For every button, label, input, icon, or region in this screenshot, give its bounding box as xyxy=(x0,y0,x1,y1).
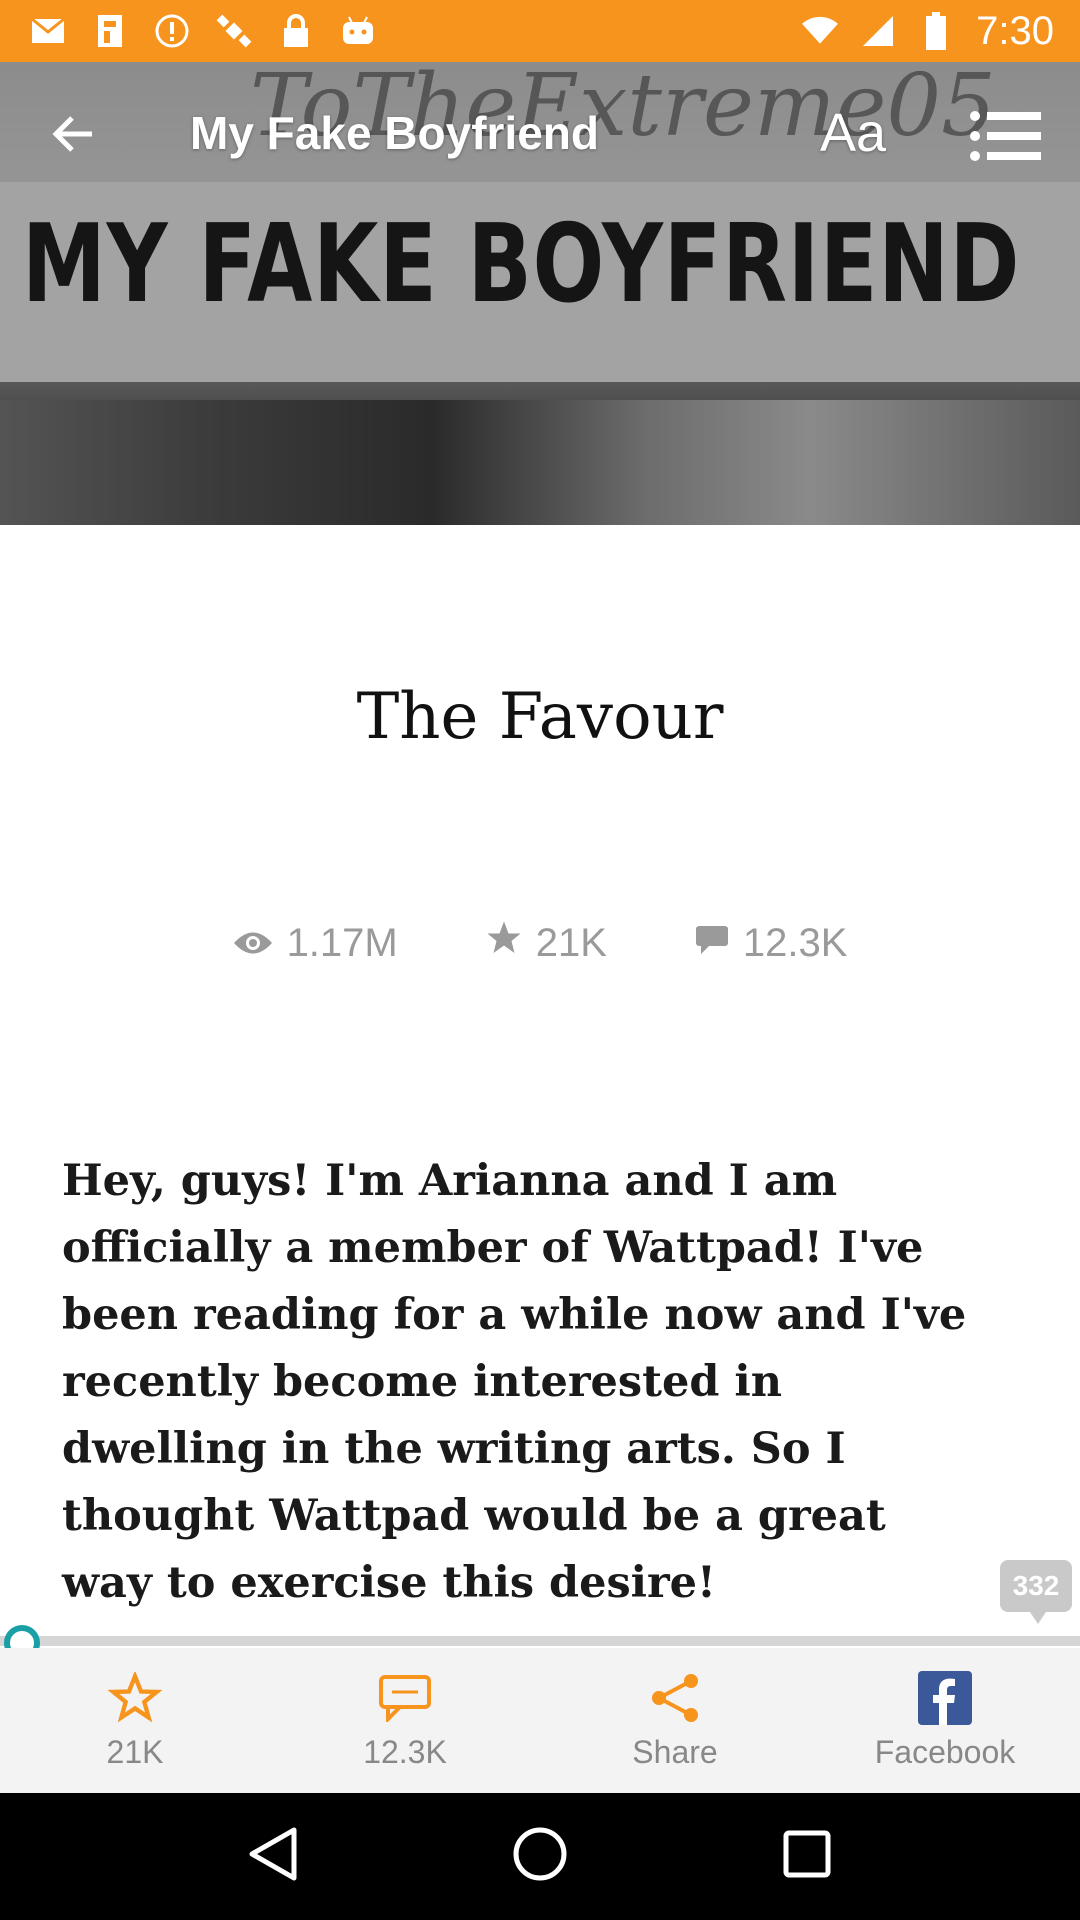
eye-icon xyxy=(233,921,273,966)
votes-stat: 21K xyxy=(486,920,607,966)
views-count: 1.17M xyxy=(286,920,398,965)
list-icon xyxy=(969,110,1043,167)
chapter-stats: 1.17M 21K 12.3K xyxy=(0,920,1080,966)
facebook-icon xyxy=(915,1670,975,1726)
circle-home-icon xyxy=(512,1826,568,1887)
signal-icon xyxy=(860,13,896,49)
alert-icon xyxy=(154,13,190,49)
battery-icon xyxy=(918,12,954,50)
share-button[interactable]: Share xyxy=(540,1648,810,1793)
share-label: Share xyxy=(632,1734,718,1770)
comment-button[interactable]: 12.3K xyxy=(270,1648,540,1793)
comment-count-label: 12.3K xyxy=(363,1734,447,1770)
system-navigation-bar xyxy=(0,1793,1080,1920)
table-of-contents-button[interactable] xyxy=(966,108,1046,168)
vote-button[interactable]: 21K xyxy=(0,1648,270,1793)
chapter-paragraph[interactable]: Hey, guys! I'm Arianna and I am official… xyxy=(62,1148,982,1617)
triangle-back-icon xyxy=(248,1826,298,1887)
views-stat: 1.17M xyxy=(233,920,398,966)
back-button[interactable] xyxy=(42,106,102,166)
app-bar: My Fake Boyfriend Aa xyxy=(0,62,1080,210)
paragraph-comment-button[interactable]: 332 xyxy=(1000,1560,1072,1624)
bottom-action-bar: 21K 12.3K Share Facebook xyxy=(0,1648,1080,1793)
wifi-icon xyxy=(802,13,839,49)
facebook-share-button[interactable]: Facebook xyxy=(810,1648,1080,1793)
satellite-icon xyxy=(216,13,252,49)
nav-recents-button[interactable] xyxy=(767,1817,847,1897)
story-title: My Fake Boyfriend xyxy=(190,107,599,159)
chapter-title: The Favour xyxy=(356,680,724,754)
comment-icon xyxy=(695,921,729,966)
nav-home-button[interactable] xyxy=(500,1817,580,1897)
share-icon xyxy=(645,1670,705,1726)
status-clock: 7:30 xyxy=(976,8,1054,53)
android-icon xyxy=(340,13,376,49)
comments-stat: 12.3K xyxy=(695,920,848,966)
comment-outline-icon xyxy=(375,1670,435,1726)
mail-icon xyxy=(30,13,66,49)
star-icon xyxy=(486,920,522,966)
cover-title-text: MY FAKE BOYFRIEND xyxy=(22,202,1021,327)
status-bar: 7:30 xyxy=(0,0,1080,62)
reading-progress-track[interactable] xyxy=(0,1636,1080,1646)
square-recents-icon xyxy=(782,1829,832,1884)
font-settings-button[interactable]: Aa xyxy=(820,102,886,164)
star-outline-icon xyxy=(105,1670,165,1726)
lock-icon xyxy=(278,13,314,49)
votes-count: 21K xyxy=(535,920,607,965)
arrow-back-icon xyxy=(50,114,94,159)
comments-count: 12.3K xyxy=(742,920,848,965)
facebook-label: Facebook xyxy=(874,1734,1016,1770)
cover-photo-strip xyxy=(0,400,1080,525)
nav-back-button[interactable] xyxy=(233,1817,313,1897)
vote-count-label: 21K xyxy=(106,1734,164,1770)
fake-gps-icon xyxy=(92,13,128,49)
